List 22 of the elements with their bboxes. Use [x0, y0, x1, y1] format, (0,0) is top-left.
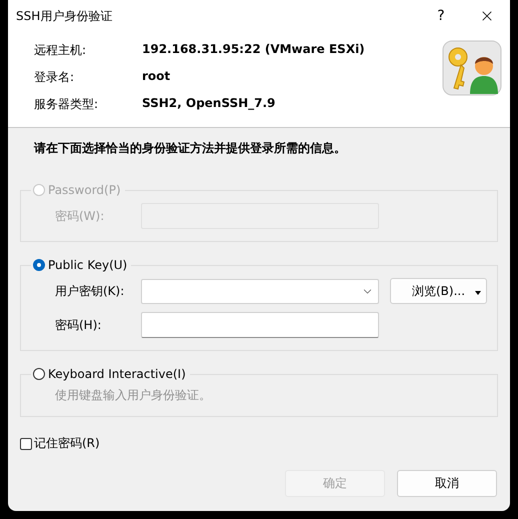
info-label: 远程主机: — [34, 42, 88, 59]
caret-icon — [475, 291, 481, 295]
browse-button[interactable]: 浏览(B)... — [390, 278, 487, 304]
info-value: 192.168.31.95:22 (VMware ESXi) — [142, 42, 365, 58]
info-label: 登录名: — [34, 69, 76, 86]
remember-checkbox[interactable]: 记住密码(R) — [20, 435, 498, 452]
method-radio[interactable]: Keyboard Interactive(I) — [33, 367, 186, 381]
dialog-button[interactable]: 取消 — [397, 470, 497, 497]
help-button[interactable]: ? — [418, 0, 464, 32]
info-label: 服务器类型: — [34, 96, 100, 113]
info-value: root — [142, 69, 170, 85]
field-label: 密码(W): — [55, 208, 106, 224]
method-radio[interactable]: Public Key(U) — [33, 258, 128, 272]
method-description: 使用键盘输入用户身份验证。 — [54, 387, 212, 404]
key-combo[interactable] — [141, 278, 379, 304]
instruction-text: 请在下面选择恰当的身份验证方法并提供登录所需的信息。 — [34, 140, 347, 157]
password-field[interactable] — [141, 312, 379, 338]
field-label: 用户密钥(K): — [55, 282, 126, 300]
info-value: SSH2, OpenSSH_7.9 — [142, 96, 276, 112]
field-label: 密码(H): — [55, 316, 102, 334]
key-user-icon — [442, 40, 502, 96]
window-title: SSH用户身份验证 — [16, 8, 114, 24]
